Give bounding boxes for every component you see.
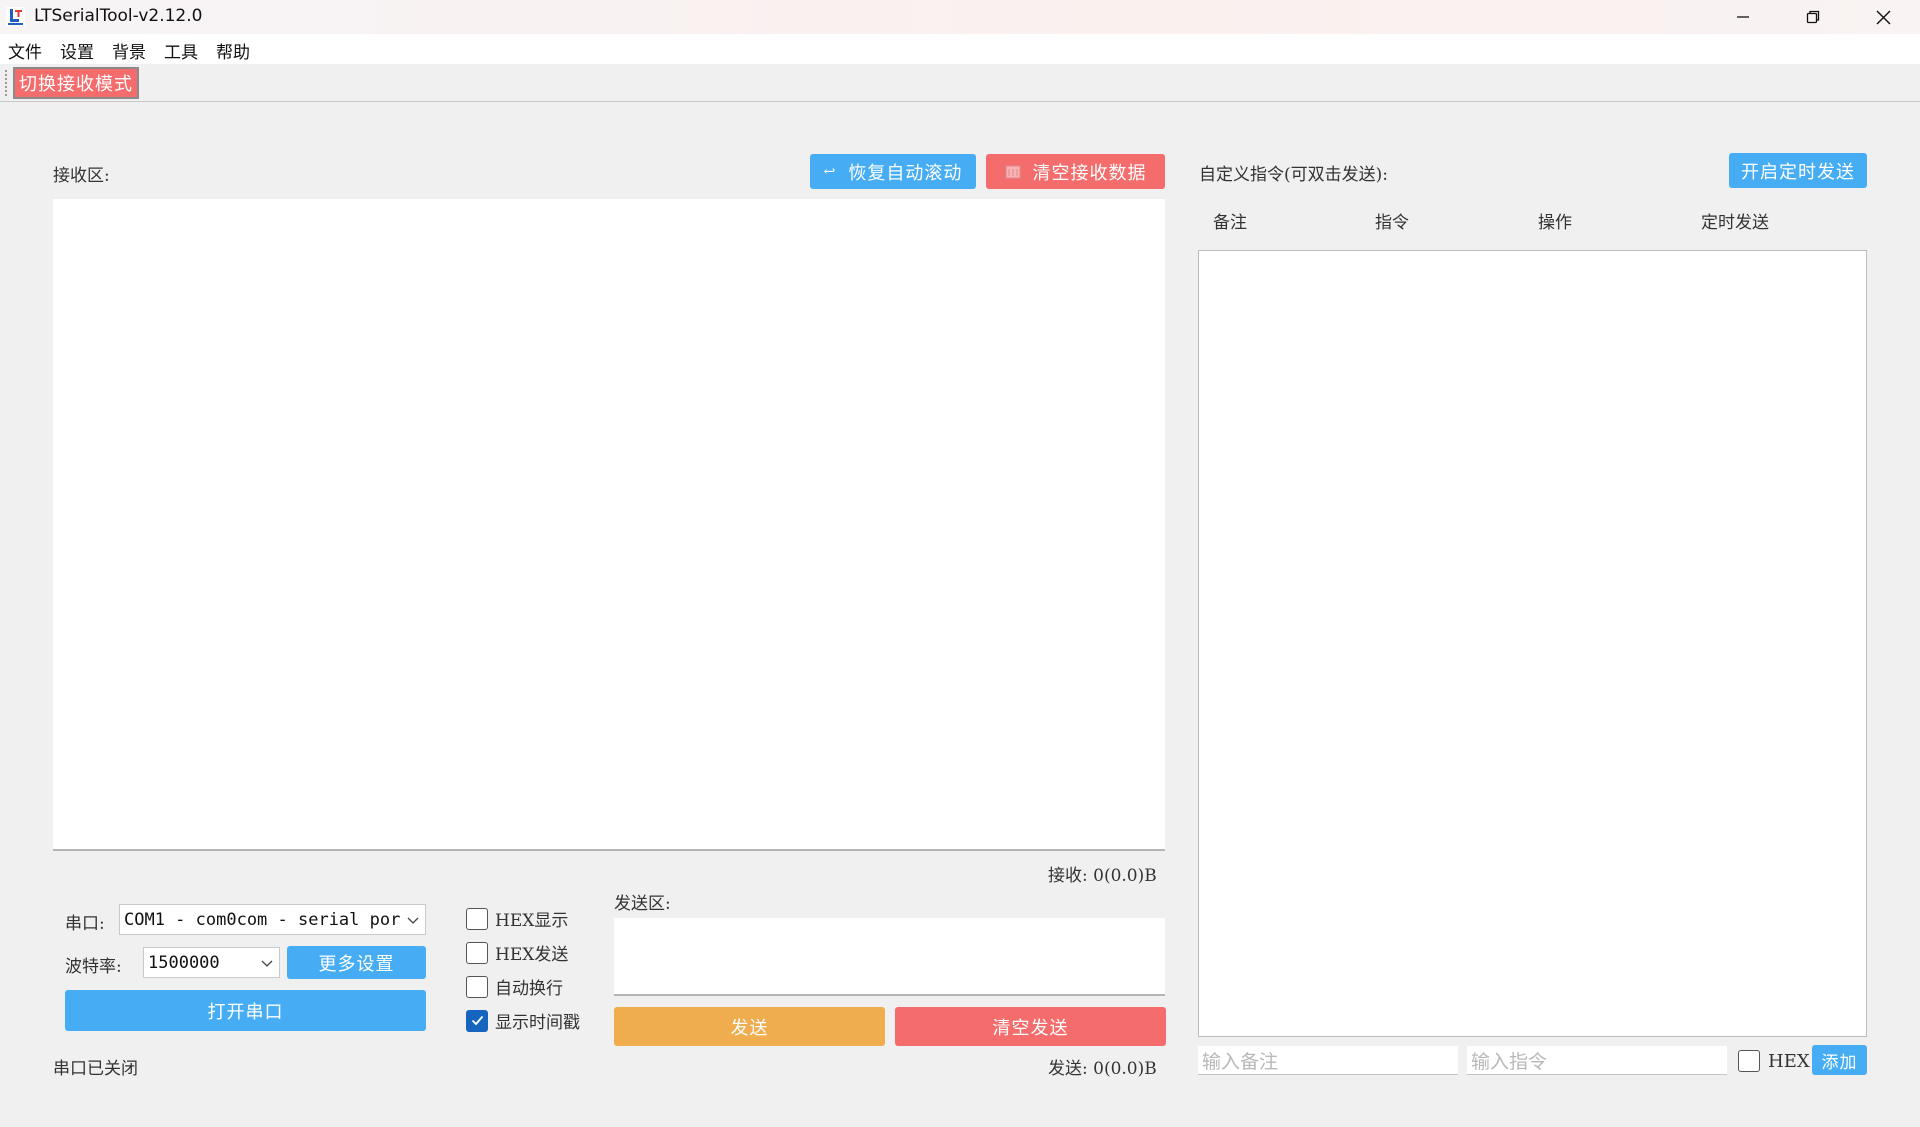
chevron-down-icon (261, 953, 273, 973)
menu-background[interactable]: 背景 (112, 38, 146, 63)
port-select-value: COM1 - com0com - serial por (124, 909, 401, 930)
command-hex-label: HEX (1768, 1050, 1810, 1072)
hex-display-label: HEX显示 (495, 911, 569, 931)
clear-receive-label: 清空接收数据 (1032, 162, 1147, 184)
title-bar (0, 0, 1920, 34)
restore-auto-scroll-label: 恢复自动滚动 (848, 162, 963, 184)
window-title: LTSerialTool-v2.12.0 (34, 6, 203, 26)
baud-label: 波特率: (65, 957, 122, 977)
command-input[interactable]: 输入指令 (1467, 1046, 1727, 1075)
send-label: 发送区: (614, 894, 671, 914)
option-auto-wrap[interactable]: 自动换行 (466, 974, 563, 999)
checkmark-icon (471, 1015, 483, 1026)
toolbar (0, 64, 1920, 102)
column-timed-send: 定时发送 (1701, 213, 1769, 233)
column-action: 操作 (1538, 213, 1572, 233)
option-show-timestamp[interactable]: 显示时间戳 (466, 1008, 580, 1033)
custom-commands-label: 自定义指令(可双击发送): (1199, 165, 1388, 185)
menu-file[interactable]: 文件 (8, 38, 42, 63)
clear-send-button[interactable]: 清空发送 (895, 1007, 1166, 1046)
port-status: 串口已关闭 (53, 1059, 138, 1079)
note-input[interactable]: 输入备注 (1198, 1046, 1458, 1075)
commands-list[interactable] (1198, 250, 1867, 1037)
restore-auto-scroll-button[interactable]: ↩ 恢复自动滚动 (810, 154, 976, 189)
commands-table-header: 备注 指令 操作 定时发送 (1198, 200, 1866, 248)
undo-arrow-icon: ↩ (823, 163, 837, 180)
close-button[interactable] (1848, 0, 1918, 34)
column-note: 备注 (1213, 213, 1247, 233)
menu-help[interactable]: 帮助 (216, 38, 250, 63)
clear-receive-button[interactable]: 清空接收数据 (986, 154, 1165, 189)
receive-label: 接收区: (53, 166, 110, 186)
close-icon (1876, 10, 1890, 24)
trash-icon (1005, 165, 1021, 179)
port-select[interactable]: COM1 - com0com - serial por (119, 904, 426, 935)
chevron-down-icon (407, 910, 419, 930)
baud-select-value: 1500000 (148, 952, 220, 973)
minimize-button[interactable] (1708, 0, 1778, 34)
open-port-button[interactable]: 打开串口 (65, 990, 426, 1031)
send-textarea[interactable] (614, 918, 1165, 996)
menu-settings[interactable]: 设置 (60, 38, 94, 63)
hex-send-label: HEX发送 (495, 945, 569, 965)
switch-receive-mode-button[interactable]: 切换接收模式 (13, 67, 139, 99)
auto-wrap-label: 自动换行 (495, 979, 563, 999)
option-hex-display[interactable]: HEX显示 (466, 906, 568, 931)
command-hex-checkbox[interactable] (1738, 1050, 1760, 1072)
more-settings-button[interactable]: 更多设置 (287, 946, 426, 979)
send-byte-count: 发送: 0(0.0)B (1048, 1059, 1157, 1079)
add-command-button[interactable]: 添加 (1812, 1045, 1867, 1075)
show-timestamp-label: 显示时间戳 (495, 1013, 580, 1033)
menu-tools[interactable]: 工具 (164, 38, 198, 63)
menu-bar: 文件 设置 背景 工具 帮助 (0, 34, 1920, 64)
auto-wrap-checkbox[interactable] (466, 975, 488, 998)
lt-logo-icon (6, 7, 25, 26)
receive-byte-count: 接收: 0(0.0)B (1048, 866, 1157, 886)
option-hex-send[interactable]: HEX发送 (466, 940, 568, 965)
hex-send-checkbox[interactable] (466, 941, 488, 964)
restore-button[interactable] (1778, 0, 1848, 34)
hex-display-checkbox[interactable] (466, 907, 488, 930)
send-button[interactable]: 发送 (614, 1007, 885, 1046)
start-timed-send-button[interactable]: 开启定时发送 (1729, 153, 1867, 188)
minimize-icon (1737, 16, 1749, 18)
command-hex-option[interactable]: HEX (1738, 1050, 1810, 1072)
column-command: 指令 (1375, 213, 1409, 233)
port-label: 串口: (65, 914, 105, 934)
restore-icon (1806, 10, 1820, 24)
baud-select[interactable]: 1500000 (143, 947, 280, 978)
show-timestamp-checkbox[interactable] (466, 1009, 488, 1032)
receive-textarea[interactable] (53, 199, 1165, 851)
toolbar-grip[interactable] (5, 70, 8, 96)
